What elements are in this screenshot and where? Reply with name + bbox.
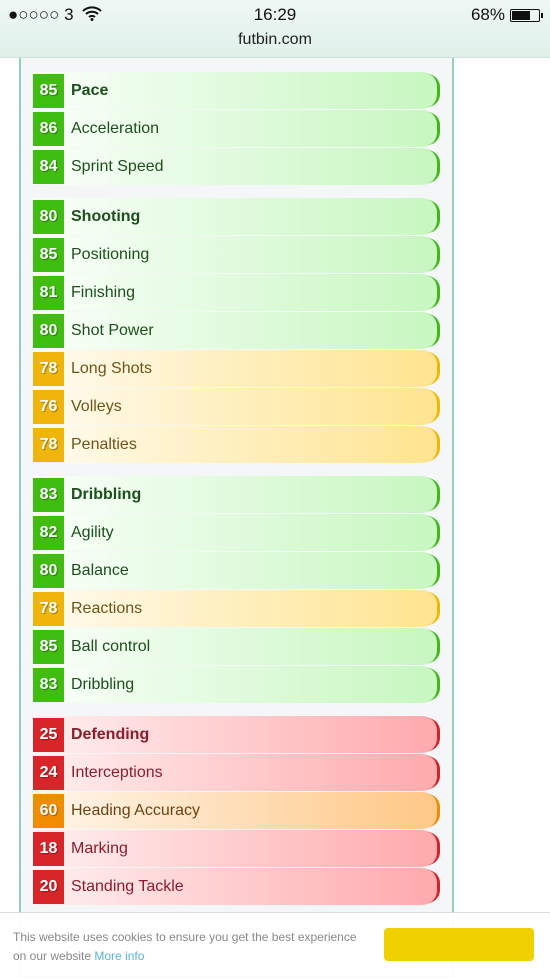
stat-label: Shot Power xyxy=(71,321,154,339)
stat-label: Sprint Speed xyxy=(71,157,164,175)
stat-group: 80 Shooting 85 Positioning 81 Finishing 80 Shot… xyxy=(33,198,440,463)
stat-label: Dribbling xyxy=(71,485,142,503)
stat-label: Acceleration xyxy=(71,119,160,137)
stat-label: Balance xyxy=(71,561,129,579)
stat-label: Volleys xyxy=(71,397,122,415)
stat-row: 86 Acceleration xyxy=(33,110,440,147)
stat-group-header: 80 Shooting xyxy=(33,198,440,235)
stat-label: Defending xyxy=(71,725,150,743)
stat-value-badge: 80 xyxy=(33,553,64,588)
clock: 16:29 xyxy=(253,5,297,24)
stat-value-badge: 78 xyxy=(33,351,64,386)
stat-value-badge: 85 xyxy=(33,73,64,108)
cookie-banner: This website uses cookies to ensure you … xyxy=(0,912,550,978)
stat-label: Heading Accuracy xyxy=(71,801,200,819)
stat-value-badge: 78 xyxy=(33,591,64,626)
more-info-link[interactable]: More info xyxy=(94,949,144,963)
stats-panel: 85 Pace 86 Acceleration 84 Sprint Speed 80 Shoo… xyxy=(19,58,454,978)
battery-percent: 68% xyxy=(470,5,505,24)
stat-row: 78 Long Shots xyxy=(33,350,440,387)
stat-group-header: 83 Dribbling xyxy=(33,476,440,513)
stat-row: 78 Reactions xyxy=(33,590,440,627)
battery-icon xyxy=(510,8,543,22)
stat-value-badge: 81 xyxy=(33,275,64,310)
stat-row: 83 Dribbling xyxy=(33,666,440,703)
stat-label: Ball control xyxy=(71,637,151,655)
stat-value-badge: 85 xyxy=(33,237,64,272)
stat-group: 85 Pace 86 Acceleration 84 Sprint Speed xyxy=(33,72,440,185)
stat-value-badge: 60 xyxy=(33,793,64,828)
stat-value-badge: 83 xyxy=(33,667,64,702)
stat-value-badge: 20 xyxy=(33,869,64,904)
cookie-accept-button[interactable] xyxy=(384,928,534,961)
stat-value-badge: 24 xyxy=(33,755,64,790)
stat-label: Shooting xyxy=(71,207,141,225)
stat-group: 25 Defending 24 Interceptions 60 Heading Accu… xyxy=(33,716,440,905)
stat-row: 18 Marking xyxy=(33,830,440,867)
stat-row: 78 Penalties xyxy=(33,426,440,463)
stat-label: Agility xyxy=(71,523,114,541)
stat-value-badge: 76 xyxy=(33,389,64,424)
address-bar[interactable]: futbin.com xyxy=(0,31,550,49)
battery: 68% xyxy=(470,5,543,25)
stat-value-badge: 80 xyxy=(33,313,64,348)
stat-label: Finishing xyxy=(71,283,136,301)
stat-label: Positioning xyxy=(71,245,150,263)
stat-label: Standing Tackle xyxy=(71,877,184,895)
stat-group-header: 85 Pace xyxy=(33,72,440,109)
stat-row: 85 Positioning xyxy=(33,236,440,273)
stat-label: Penalties xyxy=(71,435,137,453)
stat-value-badge: 85 xyxy=(33,629,64,664)
stat-value-badge: 86 xyxy=(33,111,64,146)
stat-group: 83 Dribbling 82 Agility 80 Balance 78 Reactions… xyxy=(33,476,440,703)
stat-row: 81 Finishing xyxy=(33,274,440,311)
stat-value-badge: 18 xyxy=(33,831,64,866)
stat-row: 80 Shot Power xyxy=(33,312,440,349)
cookie-text: This website uses cookies to ensure you … xyxy=(13,930,357,963)
stat-label: Interceptions xyxy=(71,763,163,781)
stat-label: Reactions xyxy=(71,599,143,617)
stat-label: Pace xyxy=(71,81,109,99)
stat-value-badge: 78 xyxy=(33,427,64,462)
stat-label: Dribbling xyxy=(71,675,135,693)
stat-row: 76 Volleys xyxy=(33,388,440,425)
stat-value-badge: 82 xyxy=(33,515,64,550)
stat-row: 60 Heading Accuracy xyxy=(33,792,440,829)
stat-row: 24 Interceptions xyxy=(33,754,440,791)
cookie-message: This website uses cookies to ensure you … xyxy=(13,928,373,966)
stat-group-header: 25 Defending xyxy=(33,716,440,753)
stat-value-badge: 83 xyxy=(33,477,64,512)
stat-value-badge: 25 xyxy=(33,717,64,752)
stat-label: Marking xyxy=(71,839,128,857)
stat-row: 82 Agility xyxy=(33,514,440,551)
stat-value-badge: 80 xyxy=(33,199,64,234)
stat-row: 85 Ball control xyxy=(33,628,440,665)
stat-row: 20 Standing Tackle xyxy=(33,868,440,905)
stat-value-badge: 84 xyxy=(33,149,64,184)
stat-row: 84 Sprint Speed xyxy=(33,148,440,185)
stat-label: Long Shots xyxy=(71,359,152,377)
stat-row: 80 Balance xyxy=(33,552,440,589)
browser-top-bar: ●○○○○ 3 16:29 68% futbin.com xyxy=(0,0,550,58)
